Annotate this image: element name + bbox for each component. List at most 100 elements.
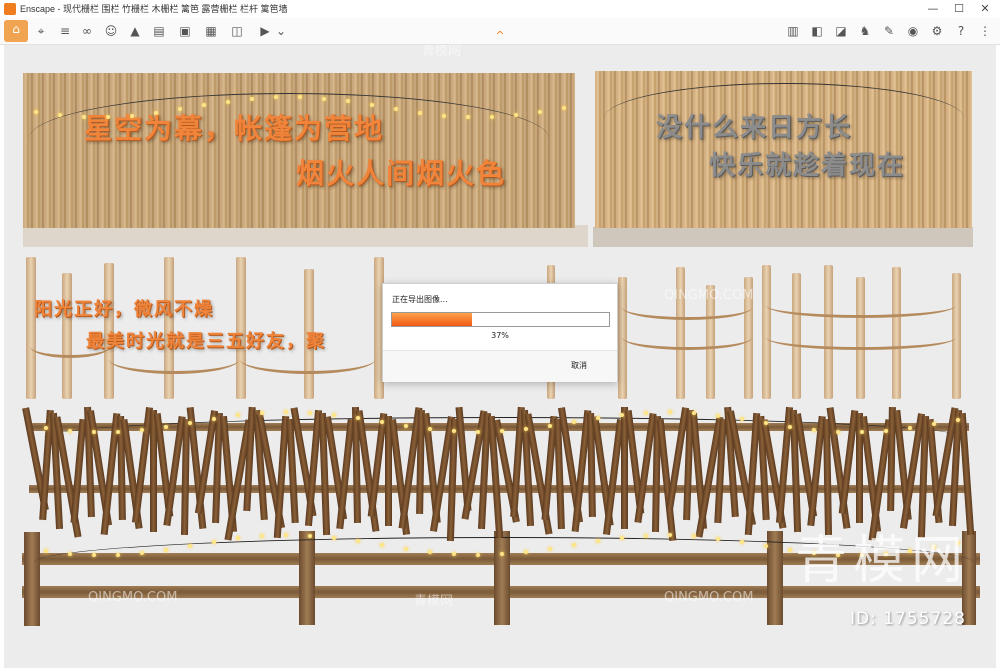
light-bulb — [476, 552, 480, 557]
home-icon[interactable]: ⌂ — [4, 20, 28, 42]
map-icon[interactable]: ▥ — [784, 22, 802, 40]
light-bulb — [418, 110, 422, 115]
light-bulb — [116, 552, 120, 557]
light-bulb — [764, 421, 768, 425]
light-bulb — [308, 533, 312, 538]
screenshot-icon[interactable]: ▣ — [176, 22, 194, 40]
light-bulb — [188, 543, 192, 548]
light-bulb — [284, 533, 288, 537]
watermark-brand-large: 青模网 — [795, 531, 970, 591]
chevron-down-icon[interactable]: ⌄ — [276, 22, 286, 40]
light-bulb — [226, 99, 230, 104]
light-bulb — [812, 427, 816, 432]
light-bulb — [596, 538, 600, 543]
enscape-logo-icon — [4, 3, 16, 15]
dialog-title: 正在导出图像... — [392, 295, 448, 304]
light-bulb — [692, 534, 696, 539]
light-bulb — [644, 533, 648, 538]
chat-icon[interactable]: ✎ — [880, 22, 898, 40]
fence-stick — [958, 412, 975, 536]
dialog-footer: 取消 — [383, 350, 617, 382]
light-bulb — [572, 419, 576, 424]
panel3-text-line2: 最美时光就是三五好友，聚 — [86, 331, 326, 352]
light-bulb — [860, 429, 864, 434]
light-bulb — [236, 536, 240, 541]
fence-post — [26, 257, 36, 399]
watermark-url: QINGMO.COM — [664, 288, 754, 303]
eye-icon[interactable]: ◉ — [904, 22, 922, 40]
light-bulb — [106, 114, 110, 119]
light-bulb — [668, 410, 672, 415]
light-bulb — [538, 110, 542, 114]
light-bulb — [212, 539, 216, 544]
light-bulb — [140, 427, 144, 432]
light-bulb — [788, 547, 792, 552]
panel1-text-line1: 星空为幕，帐篷为营地 — [84, 112, 385, 145]
rope — [622, 325, 752, 350]
light-bulb — [380, 542, 384, 547]
help-icon[interactable]: ? — [952, 22, 970, 40]
panel1-text-line2: 烟火人间烟火色 — [296, 157, 507, 190]
light-bulb — [92, 429, 96, 434]
list-icon[interactable]: ≡ — [56, 22, 74, 40]
video-export-icon[interactable]: ▶ — [256, 22, 274, 40]
light-bulb — [58, 112, 62, 117]
rope — [766, 293, 956, 318]
panel3-text-line1: 阳光正好，微风不燥 — [34, 299, 214, 320]
light-bulb — [524, 426, 528, 431]
box-icon[interactable]: ◪ — [832, 22, 850, 40]
watermark-url: QINGMO.COM — [664, 590, 754, 605]
settings-icon[interactable]: ⋮ — [976, 22, 994, 40]
light-bulb — [548, 423, 552, 428]
person-icon[interactable]: ☺ — [102, 22, 120, 40]
panorama-icon[interactable]: ◫ — [228, 22, 246, 40]
asset-library-icon[interactable]: ♞ — [856, 22, 874, 40]
light-bulb — [668, 533, 672, 538]
watermark-url: QINGMO.COM — [88, 590, 178, 605]
light-bulb — [548, 546, 552, 551]
collapse-toolbar-icon[interactable]: ^ — [493, 30, 507, 42]
watermark-id: ID: 1755728 — [850, 609, 966, 629]
light-bulb — [164, 547, 168, 552]
cube-icon[interactable]: ◧ — [808, 22, 826, 40]
light-bulb — [476, 429, 480, 434]
enscape-window: Enscape - 现代栅栏 围栏 竹栅栏 木栅栏 篱笆 露营栅栏 栏杆 篱笆墙… — [0, 0, 1000, 668]
panel2-text-line2: 快乐就趁着现在 — [709, 151, 906, 181]
landscape-icon[interactable]: ▲ — [126, 22, 144, 40]
light-bulb — [404, 546, 408, 551]
light-bulb — [380, 419, 384, 424]
light-bulb — [154, 110, 158, 115]
progress-bar — [391, 312, 610, 327]
location-icon[interactable]: ⌖ — [32, 22, 50, 40]
light-bulb — [140, 550, 144, 555]
light-bulb — [644, 410, 648, 415]
light-bulb — [68, 551, 72, 556]
light-bulb — [116, 429, 120, 434]
light-bulb — [524, 549, 528, 554]
progress-percent: 37% — [491, 331, 509, 340]
light-bulb — [250, 96, 254, 101]
panel1-base — [23, 225, 588, 247]
gear-icon[interactable]: ⚙ — [928, 22, 946, 40]
close-button[interactable]: ✕ — [972, 0, 998, 18]
maximize-button[interactable]: ☐ — [946, 0, 972, 18]
batch-render-icon[interactable]: ▦ — [202, 22, 220, 40]
light-bulb — [260, 533, 264, 538]
minimize-button[interactable]: — — [920, 0, 946, 18]
light-bulb — [34, 109, 38, 114]
light-bulb — [236, 413, 240, 418]
watermark-brand: 青模网 — [422, 45, 462, 59]
light-bulb — [908, 425, 912, 430]
cabinet-icon[interactable]: ▤ — [150, 22, 168, 40]
title-bar: Enscape - 现代栅栏 围栏 竹栅栏 木栅栏 篱笆 露营栅栏 栏杆 篱笆墙… — [0, 0, 1000, 19]
light-bulb — [92, 552, 96, 557]
light-bulb — [130, 113, 134, 118]
binoculars-icon[interactable]: ∞ — [78, 22, 96, 40]
light-bulb — [514, 112, 518, 117]
light-bulb — [764, 544, 768, 548]
light-bulb — [596, 415, 600, 420]
light-bulb — [212, 416, 216, 421]
light-bulb — [322, 96, 326, 101]
cancel-button[interactable]: 取消 — [571, 360, 587, 371]
progress-bar-fill — [392, 313, 473, 326]
